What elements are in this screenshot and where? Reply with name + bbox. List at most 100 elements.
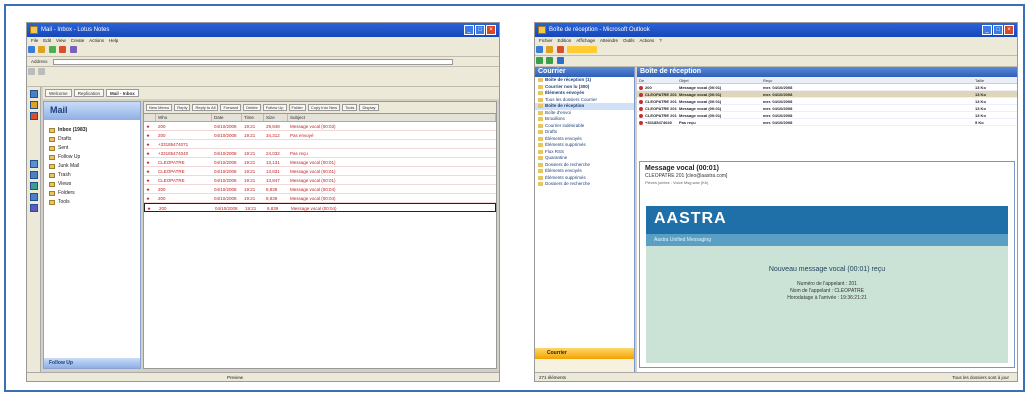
copy-into-button[interactable]: Copy Into New [307, 104, 341, 111]
maximize-button[interactable]: □ [993, 25, 1003, 35]
inbox-pane: Boîte de réception De Objet Reçu Taille … [637, 67, 1017, 372]
nav-item-folders[interactable]: Folders [48, 189, 136, 198]
minimize-button[interactable]: _ [982, 25, 992, 35]
table-row[interactable]: CLEOPATRE 201 Message vocal (00:01) mer. 0… [637, 91, 1017, 98]
nav-item-drafts[interactable]: Drafts [48, 135, 136, 144]
tab-mail-inbox[interactable]: Mail - Inbox [105, 89, 139, 97]
nav-footer[interactable]: Follow Up [44, 358, 140, 368]
table-row[interactable]: ★ 200 04/10/2008 19:21 29,848 Message vocal (… [144, 122, 496, 131]
table-row[interactable]: CLEOPATRE 201 Message vocal (00:01) mer. 0… [637, 112, 1017, 119]
tab-welcome[interactable]: Welcome [45, 89, 72, 97]
refresh-icon[interactable] [59, 46, 67, 53]
menu-help[interactable]: Help [109, 37, 118, 45]
reply-button[interactable]: Reply [174, 104, 191, 111]
tab-replication[interactable]: Replication [73, 89, 104, 97]
menu-create[interactable]: Create [71, 37, 85, 45]
tool-icon[interactable] [38, 68, 46, 75]
delete-button[interactable]: Delete [243, 104, 261, 111]
menu-view[interactable]: View [56, 37, 66, 45]
col-from[interactable]: De [637, 77, 677, 83]
bookmark-icon[interactable] [30, 193, 38, 201]
print-icon[interactable] [546, 46, 554, 53]
folder-icon[interactable] [30, 204, 38, 212]
menu-file[interactable]: File [31, 37, 38, 45]
folder-button[interactable]: Folder [288, 104, 306, 111]
nav-item-tools[interactable]: Tools [48, 198, 136, 207]
home-icon[interactable] [38, 46, 46, 53]
table-row[interactable]: ★ +33185474071 [144, 140, 496, 149]
nav-item-inbox[interactable]: Inbox (1983) [48, 126, 136, 135]
forward-icon[interactable] [556, 57, 564, 64]
table-row[interactable]: ★ CLEOPATRE 04/10/2008 19:21 13,131 Message v… [144, 158, 496, 167]
tool-icon[interactable] [28, 68, 35, 75]
delete-icon[interactable] [556, 46, 564, 53]
table-row[interactable]: ★ 200 04/10/2008 19:21 8,839 Message vocal (0… [144, 185, 496, 194]
col-time[interactable]: Time [242, 114, 264, 121]
col-subject[interactable]: Subject [288, 114, 496, 121]
close-button[interactable]: × [1004, 25, 1014, 35]
col-size[interactable]: Taille [973, 77, 1017, 83]
database-icon[interactable] [30, 182, 38, 190]
table-row[interactable]: 200 Message vocal (00:01) mer. 04/10/2008 1… [637, 84, 1017, 91]
table-row[interactable]: ★ CLEOPATRE 04/10/2008 19:21 13,847 Message v… [144, 176, 496, 185]
unread-star-icon: ★ [146, 196, 151, 201]
menu-edition[interactable]: Edition [558, 37, 572, 45]
col-date[interactable]: Date [212, 114, 242, 121]
table-row[interactable]: CLEOPATRE 201 Message vocal (00:01) mer. 0… [637, 105, 1017, 112]
menu-edit[interactable]: Edit [43, 37, 51, 45]
new-icon[interactable] [536, 46, 543, 53]
folder-icon [538, 110, 543, 115]
folder-item[interactable]: Dossiers de recherche [535, 181, 634, 188]
cell-date: 04/10/2008 [214, 124, 237, 129]
col-subject[interactable]: Objet [677, 77, 761, 83]
preview-attachment[interactable]: Pièces jointes : Voice Msg.wav (Kb) [640, 179, 1014, 186]
menu-outils[interactable]: Outils [623, 37, 635, 45]
nav-item-views[interactable]: Views [48, 180, 136, 189]
menu-atteindre[interactable]: Atteindre [600, 37, 618, 45]
table-row[interactable]: ★ +33185474040 04/10/2008 19:21 24,032 Pas re… [144, 149, 496, 158]
display-button[interactable]: Display [359, 104, 379, 111]
replication-icon[interactable] [30, 171, 38, 179]
maximize-button[interactable]: □ [475, 25, 485, 35]
search-button[interactable] [567, 46, 598, 53]
menu-actions[interactable]: Actions [640, 37, 655, 45]
table-row[interactable]: ★ 200 04/10/2008 19:21 8,839 Message vocal (0… [144, 194, 496, 203]
table-row[interactable]: CLEOPATRE 201 Message vocal (00:01) mer. 0… [637, 98, 1017, 105]
todo-icon[interactable] [30, 160, 38, 168]
back-icon[interactable] [28, 46, 35, 53]
cell-size: 13 Ko [975, 99, 986, 104]
calendar-icon[interactable] [30, 101, 38, 109]
arrival-time: Horodatage à l'arrivée : 19:36:21:21 [787, 295, 867, 301]
col-size[interactable]: Size [264, 114, 288, 121]
menu-affichage[interactable]: Affichage [576, 37, 595, 45]
table-row[interactable]: ★ 200 04/10/2008 19:21 34,312 Pas envoyé [144, 131, 496, 140]
new-memo-button[interactable]: New Memo [146, 104, 173, 111]
menu-help[interactable]: ? [659, 37, 662, 45]
tools-button[interactable]: Tools [342, 104, 358, 111]
nav-item-junk[interactable]: Junk Mail [48, 162, 136, 171]
search-icon[interactable] [69, 46, 77, 53]
table-row[interactable]: +33185474040 Pas reçu mer. 04/10/2008 9 Ko [637, 119, 1017, 126]
forward-button[interactable]: Forward [220, 104, 242, 111]
col-received[interactable]: Reçu [761, 77, 973, 83]
mail-nav-button[interactable]: Courrier [535, 348, 634, 359]
nav-item-trash[interactable]: Trash [48, 171, 136, 180]
nav-item-follow-up[interactable]: Follow Up [48, 153, 136, 162]
address-input[interactable] [52, 58, 453, 65]
reply-icon[interactable] [536, 57, 543, 64]
close-button[interactable]: × [486, 25, 496, 35]
mail-icon[interactable] [30, 90, 38, 98]
menu-fichier[interactable]: Fichier [539, 37, 553, 45]
col-who[interactable]: Who [156, 114, 212, 121]
table-row[interactable]: ★ CLEOPATRE 04/10/2008 19:21 13,831 Message v… [144, 167, 496, 176]
col-icon[interactable] [144, 114, 156, 121]
minimize-button[interactable]: _ [464, 25, 474, 35]
reply-all-icon[interactable] [546, 57, 554, 64]
reply-all-button[interactable]: Reply to All [192, 104, 219, 111]
menu-actions[interactable]: Actions [89, 37, 104, 45]
table-row[interactable]: ★ 200 04/10/2008 19:21 8,839 Message vocal (0… [144, 203, 496, 212]
contacts-icon[interactable] [30, 112, 38, 120]
nav-item-sent[interactable]: Sent [48, 144, 136, 153]
follow-up-button[interactable]: Follow Up [262, 104, 287, 111]
replicate-icon[interactable] [48, 46, 56, 53]
